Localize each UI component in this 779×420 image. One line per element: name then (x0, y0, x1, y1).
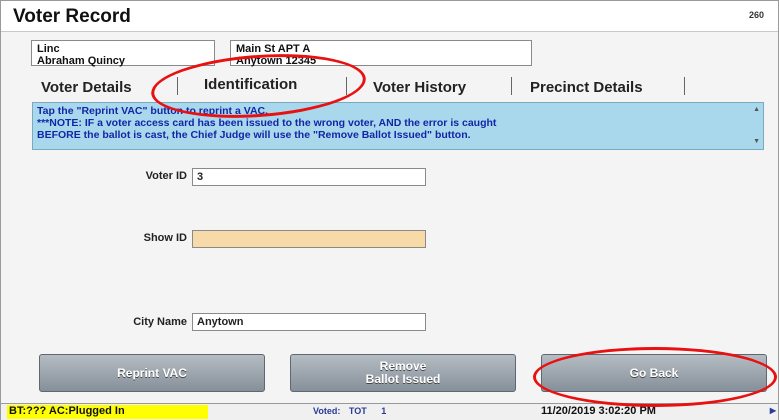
voter-first-name: Linc (37, 43, 60, 55)
tab-precinct-details[interactable]: Precinct Details (530, 79, 643, 96)
voted-label: Voted: (313, 406, 341, 416)
tab-separator (511, 77, 512, 95)
message-line: Tap the "Reprint VAC" button to reprint … (37, 105, 269, 117)
battery-status: BT:??? AC:Plugged In (7, 405, 208, 419)
reprint-vac-label: Reprint VAC (117, 365, 187, 380)
corner-indicator-icon: ▶ (769, 406, 776, 415)
status-datetime: 11/20/2019 3:02:20 PM (541, 405, 656, 417)
voted-count: Voted: TOT 1 (313, 406, 386, 416)
voter-record-window: Voter Record 260 Linc Abraham Quincy Mai… (0, 0, 779, 420)
remove-ballot-issued-button[interactable]: Remove Ballot Issued (290, 354, 516, 392)
instruction-message: Tap the "Reprint VAC" button to reprint … (32, 102, 764, 150)
tab-separator (684, 77, 685, 95)
city-name-field[interactable]: Anytown (192, 313, 426, 331)
tab-voter-details[interactable]: Voter Details (41, 79, 132, 96)
title-bar: Voter Record 260 (1, 1, 778, 32)
scroll-up-icon[interactable]: ▲ (753, 104, 760, 116)
show-id-label: Show ID (143, 232, 187, 244)
voter-id-field[interactable]: 3 (192, 168, 426, 186)
message-line: ***NOTE: IF a voter access card has been… (37, 117, 497, 129)
voted-value: TOT (348, 406, 367, 416)
show-id-field[interactable] (192, 230, 426, 248)
reprint-vac-button[interactable]: Reprint VAC (39, 354, 265, 392)
voted-number: 1 (381, 406, 387, 416)
voter-full-name: Abraham Quincy (37, 55, 126, 67)
voter-name-box: Linc Abraham Quincy (31, 40, 215, 67)
window-code: 260 (748, 10, 764, 20)
message-line: BEFORE the ballot is cast, the Chief Jud… (37, 129, 471, 141)
tab-voter-history[interactable]: Voter History (373, 79, 466, 96)
scroll-down-icon[interactable]: ▼ (753, 136, 760, 148)
red-annotation-circle-go-back (533, 347, 777, 407)
voter-id-label: Voter ID (145, 170, 187, 182)
city-name-label: City Name (133, 316, 187, 328)
remove-ballot-label-line2: Ballot Issued (365, 372, 441, 386)
window-title: Voter Record (13, 6, 131, 27)
